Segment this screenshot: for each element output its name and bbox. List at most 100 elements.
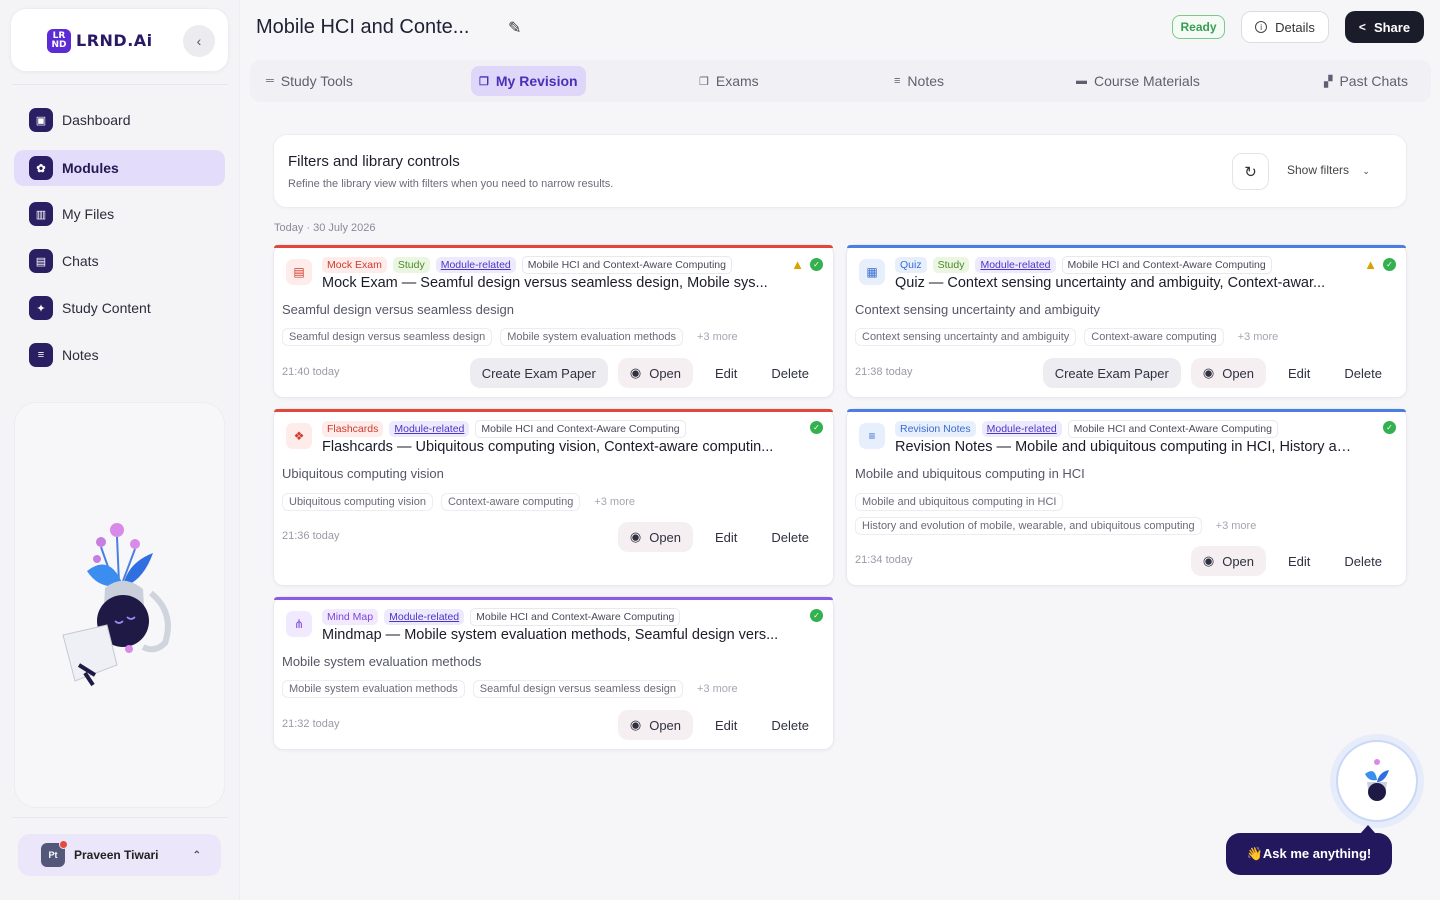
study-content-icon: ✦: [29, 296, 53, 320]
files-icon: ▥: [29, 202, 53, 226]
topic-chips: Seamful design versus seamless design Mo…: [282, 328, 744, 346]
details-button[interactable]: i Details: [1241, 11, 1329, 43]
tab-label: Past Chats: [1339, 73, 1408, 89]
sidebar-item-notes[interactable]: ≡ Notes: [14, 337, 225, 373]
card-tags: Mind Map Module-related Mobile HCI and C…: [322, 608, 681, 626]
assistant-avatar-button[interactable]: [1336, 740, 1418, 822]
delete-button[interactable]: Delete: [759, 710, 821, 740]
user-profile-button[interactable]: Pt Praveen Tiwari ⌃: [18, 834, 221, 876]
module-tag[interactable]: Module-related: [389, 421, 470, 437]
sidebar: LR ND LRND.Ai ‹ ▣ Dashboard ✿ Modules ▥ …: [0, 0, 240, 900]
open-button[interactable]: ◉ Open: [1190, 546, 1267, 576]
sidebar-item-modules[interactable]: ✿ Modules: [14, 150, 225, 186]
mock-exam-icon: ▤: [286, 259, 312, 285]
warning-icon: ▲: [1364, 257, 1377, 272]
tab-label: Exams: [715, 73, 759, 89]
quiz-icon: ▦: [859, 259, 885, 285]
more-topics[interactable]: +3 more: [588, 494, 641, 510]
folder-icon: ▬: [1076, 75, 1087, 87]
edit-button[interactable]: Edit: [703, 522, 749, 552]
open-label: Open: [649, 365, 682, 381]
divider: [12, 84, 228, 85]
type-tag: Mock Exam: [322, 257, 387, 273]
tab-exams[interactable]: ❐ Exams: [691, 66, 767, 96]
open-button[interactable]: ◉ Open: [617, 358, 694, 388]
tab-notes[interactable]: ≡ Notes: [886, 66, 952, 96]
module-tag[interactable]: Module-related: [435, 257, 516, 273]
more-topics[interactable]: +3 more: [1232, 329, 1285, 345]
sidebar-item-label: Chats: [62, 253, 99, 269]
card-actions: ◉ Open Edit Delete: [617, 710, 821, 740]
sidebar-item-my-files[interactable]: ▥ My Files: [14, 196, 225, 232]
tab-my-revision[interactable]: ❐ My Revision: [471, 66, 586, 96]
card-tags: Revision Notes Module-related Mobile HCI…: [895, 420, 1278, 438]
collapse-sidebar-button[interactable]: ‹: [183, 25, 215, 57]
type-tag: Revision Notes: [895, 421, 976, 437]
revision-card[interactable]: ⋔ Mind Map Module-related Mobile HCI and…: [273, 596, 834, 750]
open-button[interactable]: ◉ Open: [617, 710, 694, 740]
delete-button[interactable]: Delete: [759, 358, 821, 388]
edit-button[interactable]: Edit: [703, 710, 749, 740]
revision-card[interactable]: ≡ Revision Notes Module-related Mobile H…: [846, 408, 1407, 586]
edit-button[interactable]: Edit: [1276, 358, 1322, 388]
type-tag: Quiz: [895, 257, 927, 273]
revision-card[interactable]: ▤ Mock Exam Study Module-related Mobile …: [273, 244, 834, 398]
sidebar-item-chats[interactable]: ▤ Chats: [14, 243, 225, 279]
ask-me-anything-button[interactable]: 👋Ask me anything!: [1226, 833, 1392, 875]
tab-course-materials[interactable]: ▬ Course Materials: [1068, 66, 1208, 96]
card-tags: Mock Exam Study Module-related Mobile HC…: [322, 256, 732, 274]
check-icon: ✓: [810, 609, 823, 622]
mascot-plant-illustration: [62, 523, 171, 687]
share-button[interactable]: < Share: [1345, 11, 1424, 43]
tab-study-tools[interactable]: ═ Study Tools: [258, 66, 361, 96]
revision-card[interactable]: ❖ Flashcards Module-related Mobile HCI a…: [273, 408, 834, 586]
card-status: ✓: [1383, 421, 1396, 434]
check-icon: ✓: [810, 258, 823, 271]
revision-card[interactable]: ▦ Quiz Study Module-related Mobile HCI a…: [846, 244, 1407, 398]
user-name: Praveen Tiwari: [74, 848, 159, 862]
avatar-initials: Pt: [48, 850, 58, 860]
refresh-icon: ↻: [1244, 163, 1257, 181]
card-timestamp: 21:36 today: [282, 530, 340, 542]
module-tag[interactable]: Module-related: [981, 421, 1062, 437]
sidebar-item-dashboard[interactable]: ▣ Dashboard: [14, 102, 225, 138]
edit-button[interactable]: Edit: [1276, 546, 1322, 576]
open-button[interactable]: ◉ Open: [1190, 358, 1267, 388]
show-filters-label: Show filters: [1287, 163, 1350, 177]
create-exam-paper-button[interactable]: Create Exam Paper: [469, 358, 608, 388]
tab-past-chats[interactable]: ▞ Past Chats: [1316, 66, 1416, 96]
sidebar-item-study-content[interactable]: ✦ Study Content: [14, 290, 225, 326]
card-actions: ◉ Open Edit Delete: [617, 522, 821, 552]
course-tag: Mobile HCI and Context-Aware Computing: [470, 608, 681, 626]
more-topics[interactable]: +3 more: [691, 329, 744, 345]
edit-title-icon[interactable]: ✎: [508, 18, 521, 38]
modules-icon: ✿: [29, 156, 53, 180]
card-subtitle: Context sensing uncertainty and ambiguit…: [855, 302, 1100, 317]
tab-bar: [250, 60, 1431, 102]
module-tag[interactable]: Module-related: [384, 609, 465, 625]
module-tag[interactable]: Module-related: [975, 257, 1056, 273]
open-button[interactable]: ◉ Open: [617, 522, 694, 552]
more-topics[interactable]: +3 more: [1210, 518, 1263, 534]
edit-button[interactable]: Edit: [703, 358, 749, 388]
more-topics[interactable]: +3 more: [691, 681, 744, 697]
delete-button[interactable]: Delete: [1332, 358, 1394, 388]
date-group-label: Today · 30 July 2026: [274, 222, 376, 234]
eye-icon: ◉: [629, 365, 642, 380]
open-label: Open: [649, 717, 682, 733]
logo-icon: LR ND: [47, 29, 71, 53]
logo-card: LR ND LRND.Ai ‹: [10, 8, 229, 72]
exams-icon: ❐: [699, 75, 709, 88]
notes-tab-icon: ≡: [894, 75, 901, 87]
topic-chip: Mobile and ubiquitous computing in HCI: [855, 493, 1064, 511]
delete-button[interactable]: Delete: [759, 522, 821, 552]
chats-icon: ▤: [29, 249, 53, 273]
chat-history-icon: ▞: [1324, 75, 1333, 88]
create-exam-paper-button[interactable]: Create Exam Paper: [1042, 358, 1181, 388]
info-icon: i: [1255, 21, 1268, 33]
show-filters-toggle[interactable]: Show filters ⌄: [1287, 163, 1370, 177]
refresh-button[interactable]: ↻: [1232, 153, 1269, 190]
dashboard-icon: ▣: [29, 108, 53, 132]
filters-panel: Filters and library controls Refine the …: [273, 134, 1407, 208]
delete-button[interactable]: Delete: [1332, 546, 1394, 576]
